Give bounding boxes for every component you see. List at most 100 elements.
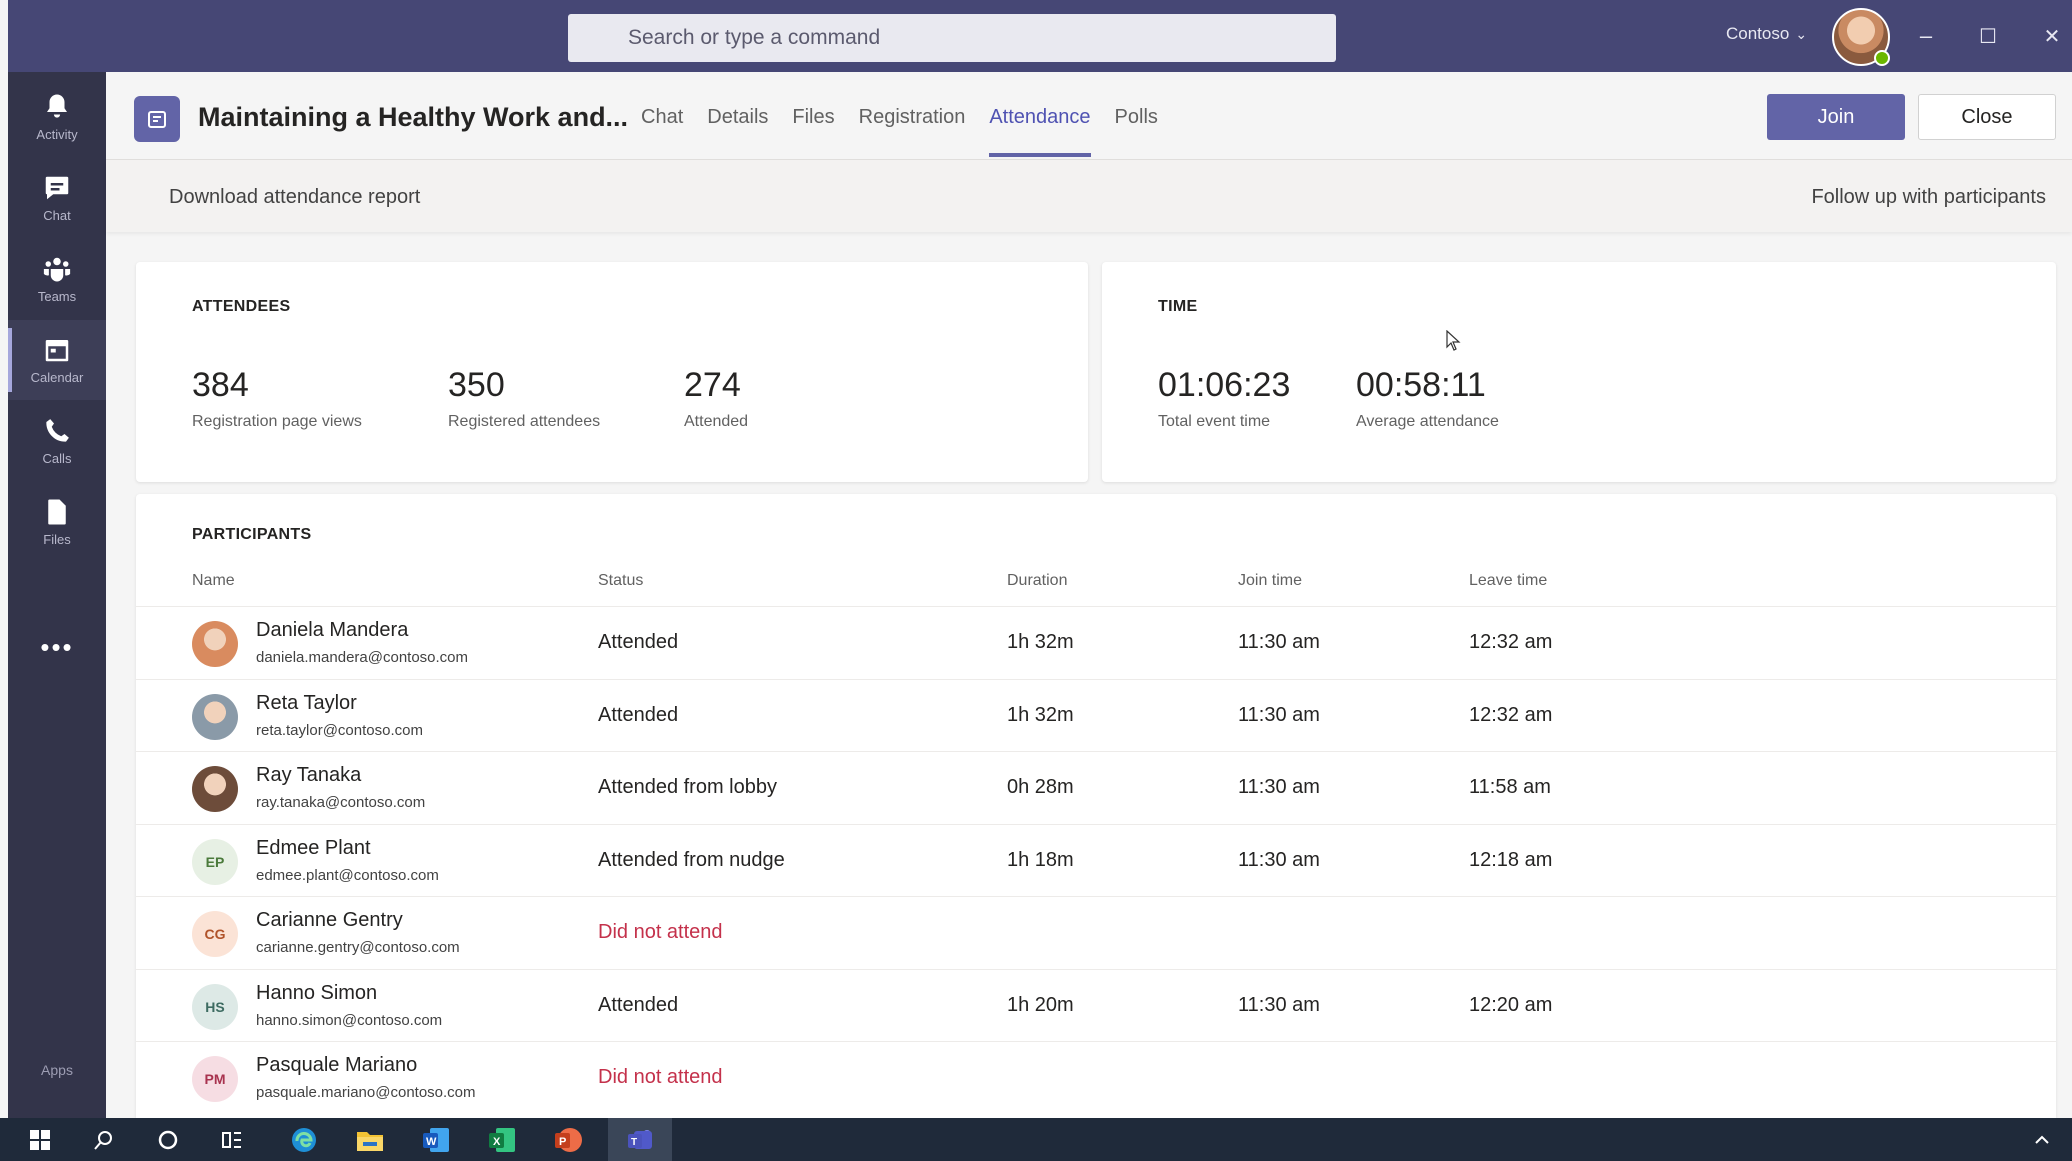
avatar[interactable]: CG bbox=[192, 911, 238, 957]
attendees-card: ATTENDEES 384 Registration page views 35… bbox=[136, 262, 1088, 482]
participant-name: Ray Tanaka bbox=[256, 764, 362, 786]
table-row[interactable]: CG Carianne Gentry carianne.gentry@contoso… bbox=[136, 896, 2056, 968]
column-header-status[interactable]: Status bbox=[598, 572, 643, 590]
avatar[interactable]: EP bbox=[192, 838, 238, 885]
tab-bar: Chat Details Files Registration Attendan… bbox=[641, 106, 1182, 157]
close-window-icon[interactable]: ✕ bbox=[2036, 20, 2068, 52]
rail-item-calendar[interactable]: Calendar bbox=[8, 320, 106, 400]
stat-value: 00:58:11 bbox=[1356, 366, 1486, 404]
participant-duration: 1h 32m bbox=[1007, 703, 1074, 726]
tab-chat[interactable]: Chat bbox=[641, 106, 683, 157]
teams-app-icon[interactable]: T bbox=[608, 1118, 672, 1161]
avatar[interactable]: PM bbox=[192, 1056, 238, 1102]
tab-files[interactable]: Files bbox=[792, 106, 834, 157]
svg-text:P: P bbox=[559, 1136, 566, 1148]
org-switcher[interactable]: Contoso ⌄ bbox=[1726, 24, 1807, 44]
file-icon bbox=[48, 499, 66, 525]
participant-email: reta.taylor@contoso.com bbox=[256, 721, 423, 739]
rail-item-chat[interactable]: Chat bbox=[8, 158, 106, 238]
tab-polls[interactable]: Polls bbox=[1115, 106, 1158, 157]
follow-up-link[interactable]: Follow up with participants bbox=[1811, 186, 2046, 209]
participant-email: daniela.mandera@contoso.com bbox=[256, 649, 469, 666]
table-row[interactable]: Ray Tanaka ray.tanaka@contoso.com Attended… bbox=[136, 751, 2056, 823]
avatar-initials: CG bbox=[204, 926, 226, 942]
meeting-header: Maintaining a Healthy Work and... Chat D… bbox=[106, 72, 2072, 160]
table-row[interactable]: PM Pasquale Mariano pasquale.mariano@conto… bbox=[136, 1041, 2056, 1113]
card-title: ATTENDEES bbox=[192, 298, 291, 315]
avatar-initials: HS bbox=[205, 998, 225, 1015]
svg-text:W: W bbox=[426, 1136, 437, 1148]
stat-registration-views: 384 Registration page views bbox=[192, 366, 362, 431]
participant-name: Reta Taylor bbox=[256, 691, 357, 714]
participant-status: Attended from nudge bbox=[598, 848, 785, 871]
participant-email: pasquale.mariano@contoso.com bbox=[256, 1084, 476, 1101]
participant-email: hanno.simon@contoso.com bbox=[256, 1011, 443, 1029]
participant-email: edmee.plant@contoso.com bbox=[256, 866, 439, 884]
tab-registration[interactable]: Registration bbox=[859, 106, 966, 157]
windows-taskbar: W X P T bbox=[0, 1118, 2072, 1161]
rail-label: Files bbox=[43, 532, 71, 547]
table-row[interactable]: Daniela Mandera daniela.mandera@contoso.c… bbox=[136, 606, 2056, 678]
chevron-up-icon[interactable] bbox=[2020, 1118, 2064, 1161]
participant-join-time: 11:30 am bbox=[1238, 703, 1320, 726]
column-header-duration[interactable]: Duration bbox=[1007, 572, 1067, 590]
file-explorer-icon[interactable] bbox=[338, 1118, 402, 1161]
participant-email: carianne.gentry@contoso.com bbox=[256, 939, 460, 956]
svg-text:T: T bbox=[631, 1137, 637, 1148]
participant-email: ray.tanaka@contoso.com bbox=[256, 794, 426, 811]
rail-label: Chat bbox=[43, 208, 71, 223]
stat-average-attendance: 00:58:11 Average attendance bbox=[1356, 366, 1499, 431]
stat-value: 384 bbox=[192, 366, 249, 404]
participant-leave-time: 12:32 am bbox=[1469, 703, 1553, 726]
tab-attendance[interactable]: Attendance bbox=[989, 106, 1091, 157]
chat-icon bbox=[45, 176, 69, 200]
rail-item-apps[interactable]: Apps bbox=[8, 1062, 106, 1078]
search-input[interactable]: Search or type a command bbox=[568, 14, 1336, 62]
edge-browser-icon[interactable] bbox=[272, 1118, 336, 1161]
rail-item-files[interactable]: Files bbox=[8, 482, 106, 562]
attendance-toolbar: Download attendance report Follow up wit… bbox=[106, 160, 2072, 232]
participant-name: Pasquale Mariano bbox=[256, 1054, 418, 1076]
powerpoint-app-icon[interactable]: P bbox=[536, 1118, 600, 1161]
avatar-initials: PM bbox=[204, 1071, 226, 1087]
download-report-link[interactable]: Download attendance report bbox=[169, 186, 420, 209]
participant-leave-time: 11:58 am bbox=[1469, 776, 1551, 798]
tab-details[interactable]: Details bbox=[707, 106, 768, 157]
join-button[interactable]: Join bbox=[1767, 94, 1905, 140]
mouse-cursor-icon bbox=[1446, 330, 1461, 351]
stat-label: Registration page views bbox=[192, 413, 362, 430]
maximize-icon[interactable]: ☐ bbox=[1972, 20, 2004, 52]
stat-registered-attendees: 350 Registered attendees bbox=[448, 366, 600, 431]
participant-status: Attended bbox=[598, 993, 679, 1016]
more-apps-icon[interactable]: ••• bbox=[8, 632, 106, 663]
avatar-initials: EP bbox=[205, 853, 225, 870]
table-row[interactable]: HS Hanno Simon hanno.simon@contoso.com Atte… bbox=[136, 968, 2056, 1041]
participant-name: Hanno Simon bbox=[256, 981, 378, 1004]
avatar[interactable] bbox=[192, 766, 238, 812]
avatar[interactable] bbox=[192, 621, 238, 667]
minimize-icon[interactable]: – bbox=[1910, 20, 1942, 52]
participant-leave-time: 12:18 am bbox=[1469, 848, 1553, 871]
participant-leave-time: 12:32 am bbox=[1469, 631, 1553, 653]
task-view-icon[interactable] bbox=[200, 1118, 264, 1161]
close-button[interactable]: Close bbox=[1918, 94, 2056, 140]
column-header-join-time[interactable]: Join time bbox=[1238, 572, 1302, 590]
participant-duration: 1h 32m bbox=[1007, 631, 1074, 653]
word-app-icon[interactable]: W bbox=[404, 1118, 468, 1161]
rail-item-teams[interactable]: Teams bbox=[8, 239, 106, 319]
table-row[interactable]: EP Edmee Plant edmee.plant@contoso.com Atte… bbox=[136, 823, 2056, 896]
title-bar: Search or type a command Contoso ⌄ bbox=[8, 0, 2072, 72]
avatar[interactable]: HS bbox=[192, 983, 238, 1030]
windows-start-icon[interactable] bbox=[8, 1118, 72, 1161]
column-header-leave-time[interactable]: Leave time bbox=[1469, 572, 1547, 590]
search-icon[interactable] bbox=[72, 1118, 136, 1161]
excel-app-icon[interactable]: X bbox=[470, 1118, 534, 1161]
rail-item-activity[interactable]: Activity bbox=[8, 77, 106, 157]
avatar[interactable] bbox=[192, 693, 238, 740]
rail-item-calls[interactable]: Calls bbox=[8, 401, 106, 481]
teams-icon bbox=[43, 257, 71, 282]
stat-label: Average attendance bbox=[1356, 413, 1499, 430]
column-header-name[interactable]: Name bbox=[192, 572, 235, 590]
table-row[interactable]: Reta Taylor reta.taylor@contoso.com Attend… bbox=[136, 678, 2056, 751]
cortana-icon[interactable] bbox=[136, 1118, 200, 1161]
